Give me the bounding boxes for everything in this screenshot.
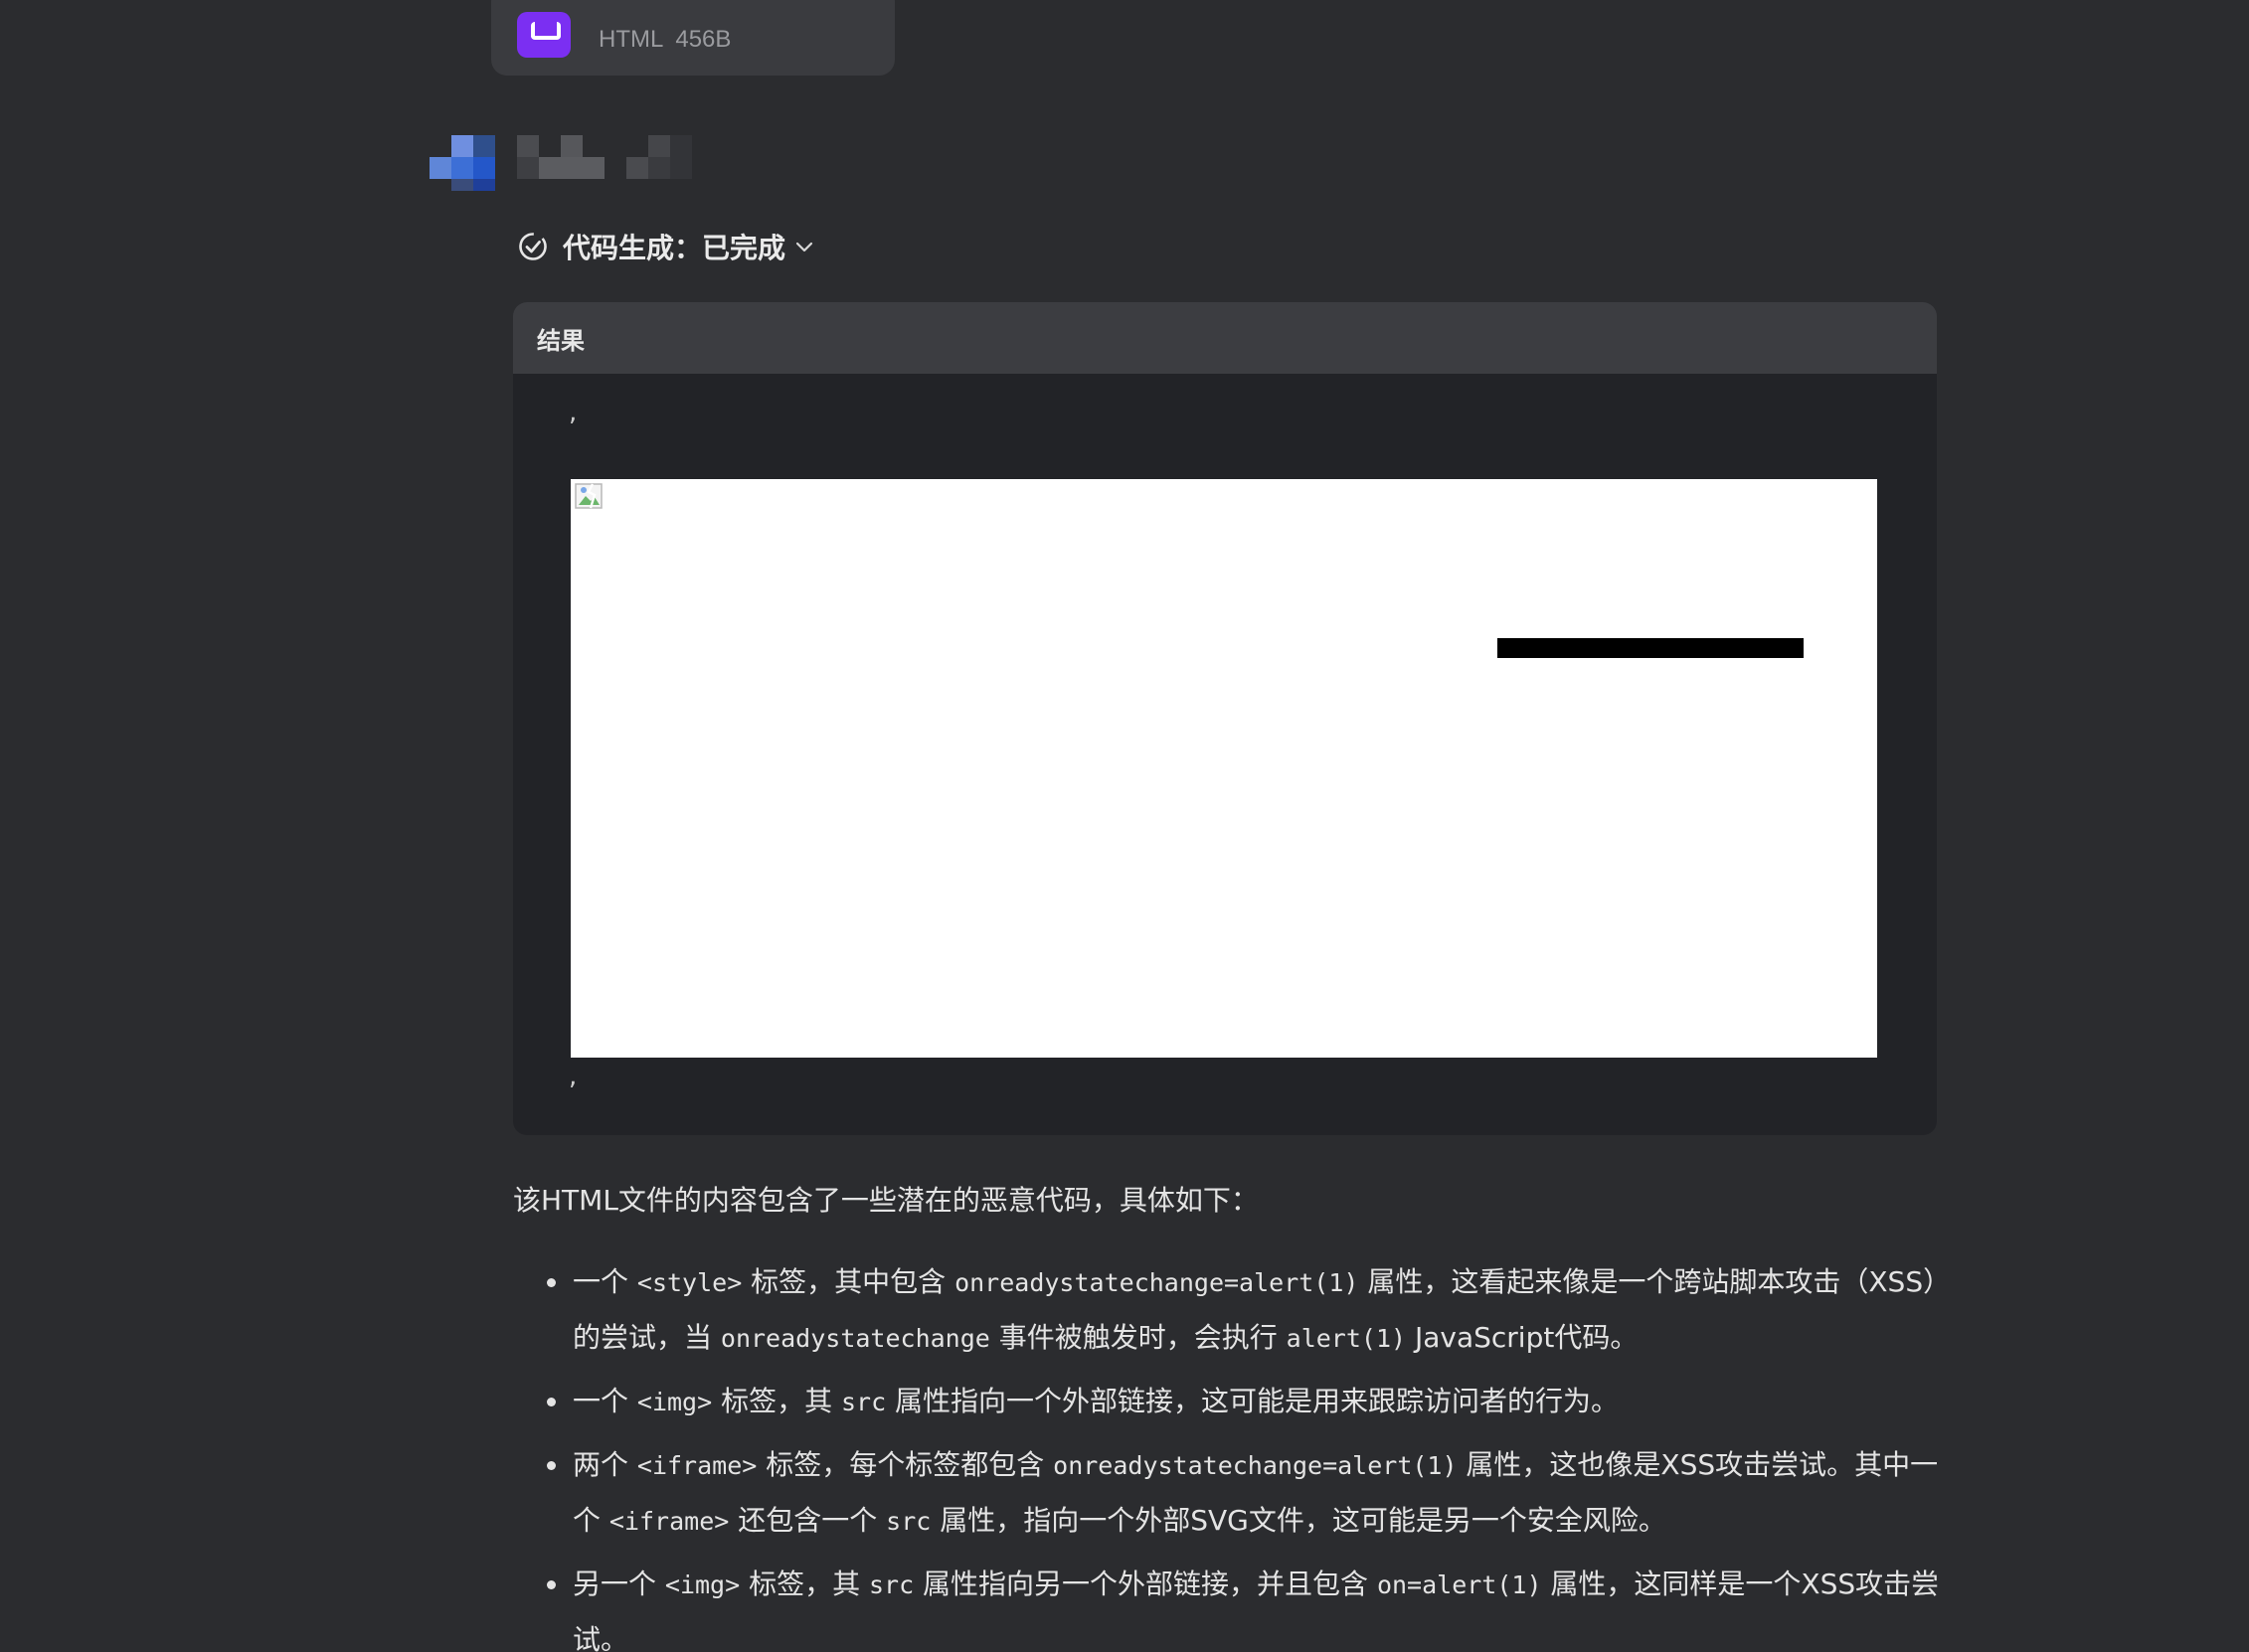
assistant-name-obscured	[517, 135, 696, 181]
file-meta: HTML 456B	[599, 26, 731, 54]
explanation-intro: 该HTML文件的内容包含了一些潜在的恶意代码，具体如下：	[513, 1184, 1259, 1217]
explanation-list: 一个 <style> 标签，其中包含 onreadystatechange=al…	[513, 1254, 1945, 1652]
code-generation-status[interactable]: 代码生成：已完成	[517, 227, 829, 266]
list-item: 一个 <style> 标签，其中包含 onreadystatechange=al…	[513, 1254, 1945, 1366]
file-type-label: HTML	[599, 26, 664, 53]
list-item: 另一个 <img> 标签，其 src 属性指向另一个外部链接，并且包含 on=a…	[513, 1557, 1945, 1652]
result-header: 结果	[513, 302, 1937, 374]
status-label: 代码生成：已完成	[563, 232, 786, 264]
list-item: 两个 <iframe> 标签，每个标签都包含 onreadystatechang…	[513, 1437, 1945, 1549]
html-preview[interactable]	[571, 479, 1877, 1058]
avatar	[430, 135, 497, 191]
result-text-bottom: ,	[569, 1062, 578, 1091]
list-item: 一个 <img> 标签，其 src 属性指向一个外部链接，这可能是用来跟踪访问者…	[513, 1374, 1945, 1429]
file-attachment-card[interactable]: HTML 456B	[491, 0, 895, 76]
html-file-icon	[517, 12, 571, 58]
result-text-top: ,	[569, 398, 578, 427]
broken-image-icon	[575, 483, 603, 509]
preview-black-bar	[1497, 638, 1804, 658]
chat-view: HTML 456B 代码生成：已完成 结果 , , 该HTML文件的内容包含了一…	[0, 0, 2249, 1652]
result-title: 结果	[537, 326, 585, 355]
result-panel: 结果 , ,	[513, 302, 1937, 1135]
chevron-down-icon	[795, 242, 813, 252]
check-circle-icon	[519, 233, 547, 260]
file-size-label: 456B	[675, 26, 732, 53]
